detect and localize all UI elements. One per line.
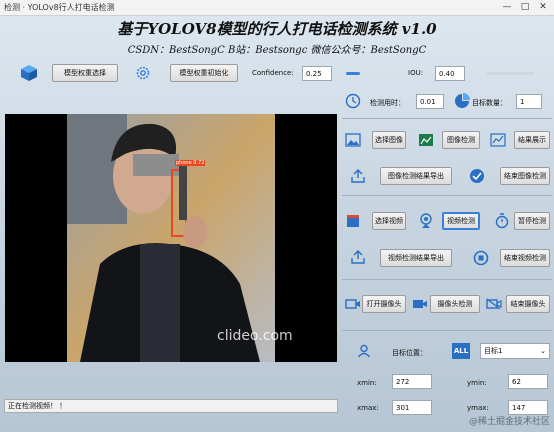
camera-off-icon (486, 296, 502, 312)
xmax-field: 301 (392, 400, 432, 415)
detect-time-value: 0.01 (416, 94, 444, 109)
iou-input[interactable]: 0.40 (435, 66, 465, 81)
camera-icon (345, 296, 361, 312)
xmin-field: 272 (392, 374, 432, 389)
xmax-label: xmax: (357, 404, 379, 412)
confidence-label: Confidence: (252, 69, 294, 77)
iou-slider[interactable] (486, 72, 534, 75)
video-detect-button[interactable]: 视频检测 (442, 212, 480, 230)
iou-label: IOU: (408, 69, 424, 77)
close-button[interactable]: ✕ (536, 1, 550, 14)
cube-icon (20, 64, 38, 82)
maximize-button[interactable]: □ (518, 1, 532, 14)
xmin-label: xmin: (357, 379, 377, 387)
export-icon (350, 249, 366, 265)
video-camera-icon (412, 296, 428, 312)
image-detect-button[interactable]: 图像检测 (442, 131, 480, 149)
target-count-value: 1 (516, 94, 542, 109)
model-select-button[interactable]: 模型权重选择 (52, 64, 118, 82)
camera-detect-button[interactable]: 摄像头检测 (430, 295, 480, 313)
divider (342, 279, 552, 280)
ymin-label: ymin: (467, 379, 487, 387)
divider (342, 330, 552, 331)
select-video-button[interactable]: 选择视频 (372, 212, 406, 230)
settings-gear-icon (134, 64, 152, 82)
pause-detect-button[interactable]: 暂停检测 (514, 212, 550, 230)
chart-icon (490, 132, 506, 148)
detect-time-label: 检测用时： (370, 99, 405, 107)
model-init-button[interactable]: 模型权重初始化 (170, 64, 238, 82)
clock-icon (345, 93, 361, 109)
open-camera-button[interactable]: 打开摄像头 (362, 295, 406, 313)
end-camera-button[interactable]: 结束摄像头 (506, 295, 550, 313)
user-icon (356, 343, 372, 359)
ymax-field: 147 (508, 400, 548, 415)
end-image-detect-button[interactable]: 结束图像检测 (500, 167, 550, 185)
window-title: 检测 · YOLOv8行人打电话检测 (4, 3, 115, 12)
footer-watermark: @稀土掘金技术社区 (468, 417, 550, 427)
status-bar: 正在检测视频！ ！ (4, 399, 338, 413)
stopwatch-icon (494, 212, 510, 230)
divider (342, 118, 552, 119)
export-icon (350, 168, 366, 184)
confidence-input[interactable]: 0.25 (302, 66, 332, 81)
export-image-result-button[interactable]: 图像检测结果导出 (380, 167, 452, 185)
video-display: phone 0.72 clideo.com (5, 114, 337, 362)
all-targets-badge: ALL (452, 343, 470, 359)
show-result-button[interactable]: 结果展示 (514, 131, 550, 149)
page-title: 基于YOLOV8模型的行人打电话检测系统 v1.0 (117, 20, 437, 38)
chevron-down-icon: ⌄ (540, 347, 546, 355)
divider (342, 195, 552, 196)
video-watermark: clideo.com (217, 328, 293, 344)
check-circle-icon (468, 167, 486, 185)
target-select-value: 目标1 (484, 347, 503, 355)
target-position-label: 目标位置： (392, 349, 427, 357)
ymax-label: ymax: (467, 404, 489, 412)
end-video-detect-button[interactable]: 结束视频检测 (500, 249, 550, 267)
image-icon (345, 132, 361, 148)
ymin-field: 62 (508, 374, 548, 389)
stop-circle-icon (472, 249, 490, 267)
image-detect-icon (418, 132, 434, 148)
confidence-slider[interactable] (346, 72, 360, 75)
minimize-button[interactable]: — (500, 1, 514, 14)
target-count-label: 目标数量： (472, 99, 507, 107)
webcam-icon (418, 212, 434, 230)
target-select[interactable]: 目标1 ⌄ (480, 343, 550, 359)
export-video-result-button[interactable]: 视频检测结果导出 (380, 249, 452, 267)
window-titlebar: 检测 · YOLOv8行人打电话检测 — □ ✕ (0, 0, 554, 16)
pie-chart-icon (454, 93, 470, 109)
detection-label: phone 0.72 (175, 160, 206, 166)
select-image-button[interactable]: 选择图像 (372, 131, 406, 149)
video-frame-image (5, 114, 337, 362)
page-subtitle: CSDN：BestSongC B站：Bestsongc 微信公众号：BestSo… (127, 45, 427, 56)
video-file-icon (345, 213, 361, 229)
